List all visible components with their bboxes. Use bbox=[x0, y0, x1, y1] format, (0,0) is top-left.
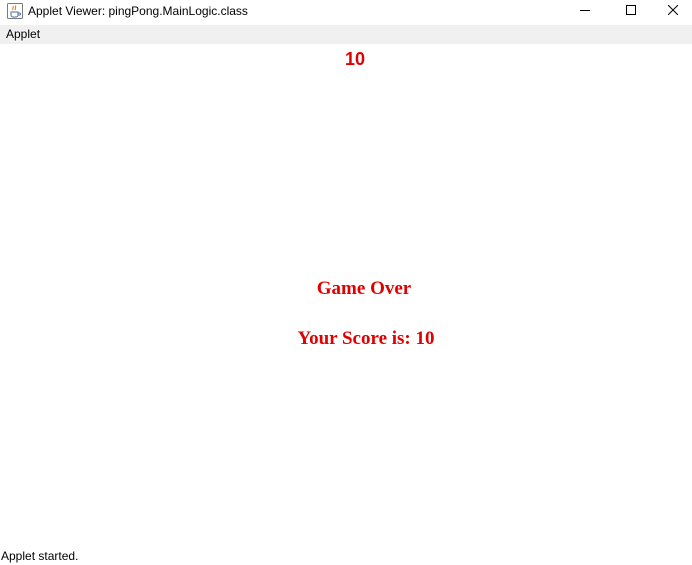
maximize-icon bbox=[626, 2, 636, 20]
minimize-icon bbox=[580, 2, 590, 20]
game-over-text: Game Over bbox=[316, 278, 412, 299]
menu-bar: Applet bbox=[0, 25, 692, 44]
menu-applet[interactable]: Applet bbox=[6, 27, 40, 42]
applet-viewer-window: Applet Viewer: pingPong.MainLogic.class … bbox=[0, 0, 692, 565]
game-canvas[interactable]: 10 Game Over Your Score is: 10 bbox=[0, 44, 692, 544]
close-icon bbox=[667, 2, 679, 20]
score-display: 10 bbox=[344, 49, 366, 69]
title-bar[interactable]: Applet Viewer: pingPong.MainLogic.class bbox=[0, 0, 692, 23]
close-button[interactable] bbox=[654, 0, 692, 22]
window-title: Applet Viewer: pingPong.MainLogic.class bbox=[28, 4, 248, 18]
final-score-text: Your Score is: 10 bbox=[297, 328, 435, 349]
maximize-button[interactable] bbox=[608, 0, 654, 22]
status-text: Applet started. bbox=[1, 549, 79, 563]
minimize-button[interactable] bbox=[562, 0, 608, 22]
java-cup-icon bbox=[7, 3, 23, 19]
status-bar: Applet started. bbox=[0, 547, 692, 565]
